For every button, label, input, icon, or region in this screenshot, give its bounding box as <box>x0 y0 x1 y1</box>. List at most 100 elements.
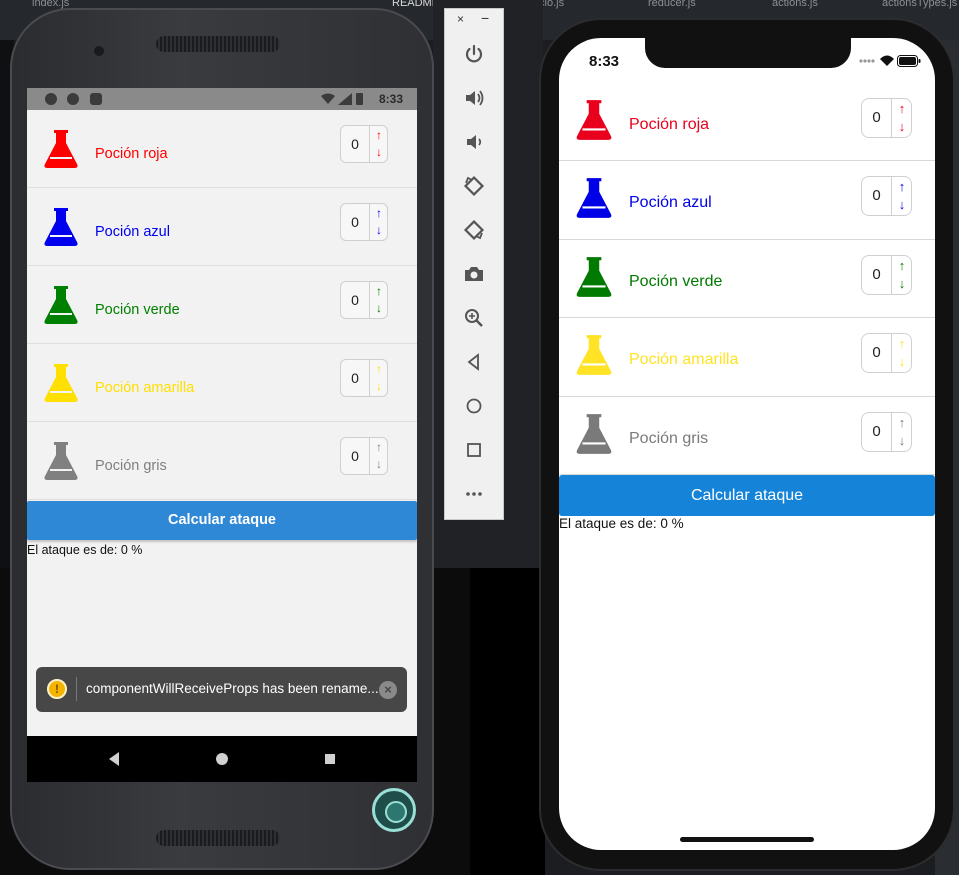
wifi-icon <box>880 55 894 66</box>
decrement-arrow-icon[interactable]: ↓ <box>370 143 388 161</box>
overview-icon[interactable] <box>459 435 489 465</box>
increment-arrow-icon[interactable]: ↑ <box>370 360 388 378</box>
flask-icon <box>576 335 612 376</box>
decrement-arrow-icon[interactable]: ↓ <box>892 274 912 293</box>
potion-label: Poción amarilla <box>95 380 195 396</box>
potion-row: Poción gris 0 ↑ ↓ <box>27 422 417 500</box>
potion-row: Poción verde 0 ↑ ↓ <box>27 266 417 344</box>
circle-icon <box>67 93 79 105</box>
toast-divider <box>76 677 77 701</box>
potion-row: Poción azul 0 ↑ ↓ <box>27 188 417 266</box>
rotate-right-icon[interactable] <box>459 215 489 245</box>
decrement-arrow-icon[interactable]: ↓ <box>892 352 912 371</box>
quantity-stepper: 0 ↑ ↓ <box>861 176 912 217</box>
increment-arrow-icon[interactable]: ↑ <box>370 204 388 222</box>
editor-terminal-dark <box>470 568 545 875</box>
camera-icon[interactable] <box>459 259 489 289</box>
battery-icon <box>356 93 363 105</box>
potion-label: Poción gris <box>629 429 709 447</box>
increment-arrow-icon[interactable]: ↑ <box>370 282 388 300</box>
quantity-stepper: 0 ↑ ↓ <box>861 411 912 452</box>
potion-label: Poción verde <box>95 302 180 318</box>
potion-label: Poción roja <box>629 116 710 133</box>
speaker-grille <box>156 830 280 846</box>
quantity-value: 0 <box>872 422 881 440</box>
decrement-arrow-icon[interactable]: ↓ <box>892 117 912 136</box>
minimize-icon[interactable]: − <box>481 10 489 26</box>
increment-arrow-icon[interactable]: ↑ <box>370 126 388 144</box>
quantity-value: 0 <box>351 448 359 464</box>
decrement-arrow-icon[interactable]: ↓ <box>370 221 388 239</box>
camera-icon <box>94 46 104 56</box>
warning-icon: ! <box>47 679 67 699</box>
close-icon[interactable]: × <box>457 12 464 26</box>
floating-action-button[interactable] <box>372 788 416 832</box>
ios-status-icons <box>859 54 921 68</box>
increment-arrow-icon[interactable]: ↑ <box>892 334 912 353</box>
flask-icon <box>44 286 78 324</box>
warning-toast[interactable]: ! componentWillReceiveProps has been ren… <box>36 667 407 712</box>
flask-icon <box>44 130 78 168</box>
signal-icon <box>338 93 352 105</box>
attack-result-text: El ataque es de: 0 % <box>559 516 684 531</box>
decrement-arrow-icon[interactable]: ↓ <box>370 455 388 473</box>
emulator-toolbar-header: × − <box>445 9 503 31</box>
potion-row: Poción amarilla 0 ↑ ↓ <box>559 318 935 397</box>
more-icon[interactable] <box>459 479 489 509</box>
decrement-arrow-icon[interactable]: ↓ <box>892 431 912 450</box>
quantity-value: 0 <box>351 292 359 308</box>
increment-arrow-icon[interactable]: ↑ <box>370 438 388 456</box>
potion-label: Poción azul <box>95 224 170 240</box>
shield-icon <box>45 93 57 105</box>
flask-icon <box>44 442 78 480</box>
increment-arrow-icon[interactable]: ↑ <box>892 256 912 275</box>
overview-icon[interactable] <box>321 750 339 768</box>
home-icon[interactable] <box>213 750 231 768</box>
back-icon[interactable] <box>105 750 123 768</box>
quantity-value: 0 <box>351 136 359 152</box>
potion-list: Poción roja 0 ↑ ↓ Poción azul 0 ↑ ↓ Poci… <box>559 83 935 475</box>
potion-row: Poción amarilla 0 ↑ ↓ <box>27 344 417 422</box>
quantity-value: 0 <box>872 109 881 126</box>
potion-label: Poción azul <box>629 194 712 212</box>
close-icon[interactable]: × <box>379 681 397 699</box>
emulator-toolbar: × − <box>444 8 504 520</box>
quantity-stepper: 0 ↑ ↓ <box>861 98 912 138</box>
decrement-arrow-icon[interactable]: ↓ <box>370 299 388 317</box>
potion-label: Poción gris <box>95 458 167 474</box>
ios-screen: 8:33 Poción roja 0 ↑ ↓ Poción azul 0 ↑ ↓ <box>559 38 935 850</box>
volume-down-icon[interactable] <box>459 127 489 157</box>
decrement-arrow-icon[interactable]: ↓ <box>370 377 388 395</box>
status-time: 8:33 <box>589 53 620 70</box>
quantity-stepper: 0 ↑ ↓ <box>340 359 388 397</box>
zoom-icon[interactable] <box>459 303 489 333</box>
quantity-stepper: 0 ↑ ↓ <box>861 254 912 295</box>
potion-row: Poción azul 0 ↑ ↓ <box>559 161 935 240</box>
quantity-stepper: 0 ↑ ↓ <box>340 125 388 163</box>
potion-label: Poción roja <box>95 146 168 162</box>
editor-tab[interactable]: reducer.js <box>648 0 696 9</box>
calculate-attack-button[interactable]: Calcular ataque <box>559 475 935 516</box>
signal-icon <box>859 59 875 63</box>
android-screen: 8:33 Poción roja 0 ↑ ↓ Poción azul 0 ↑ ↓ <box>27 88 417 736</box>
flask-icon <box>44 364 78 402</box>
decrement-arrow-icon[interactable]: ↓ <box>892 195 912 214</box>
back-icon[interactable] <box>459 347 489 377</box>
increment-arrow-icon[interactable]: ↑ <box>892 413 912 432</box>
quantity-value: 0 <box>872 344 881 362</box>
potion-row: Poción roja 0 ↑ ↓ <box>559 83 935 162</box>
editor-tab[interactable]: actions.js <box>772 0 818 9</box>
power-icon[interactable] <box>459 39 489 69</box>
increment-arrow-icon[interactable]: ↑ <box>892 177 912 196</box>
home-indicator[interactable] <box>680 837 814 842</box>
increment-arrow-icon[interactable]: ↑ <box>892 99 912 118</box>
speaker-grille <box>156 36 280 52</box>
home-icon[interactable] <box>459 391 489 421</box>
rotate-left-icon[interactable] <box>459 171 489 201</box>
quantity-value: 0 <box>872 187 881 205</box>
editor-tab[interactable]: actionsTypes.js <box>882 0 957 9</box>
battery-icon <box>897 55 921 67</box>
potion-row: Poción verde 0 ↑ ↓ <box>559 239 935 319</box>
calculate-attack-button[interactable]: Calcular ataque <box>27 501 417 540</box>
volume-up-icon[interactable] <box>459 83 489 113</box>
